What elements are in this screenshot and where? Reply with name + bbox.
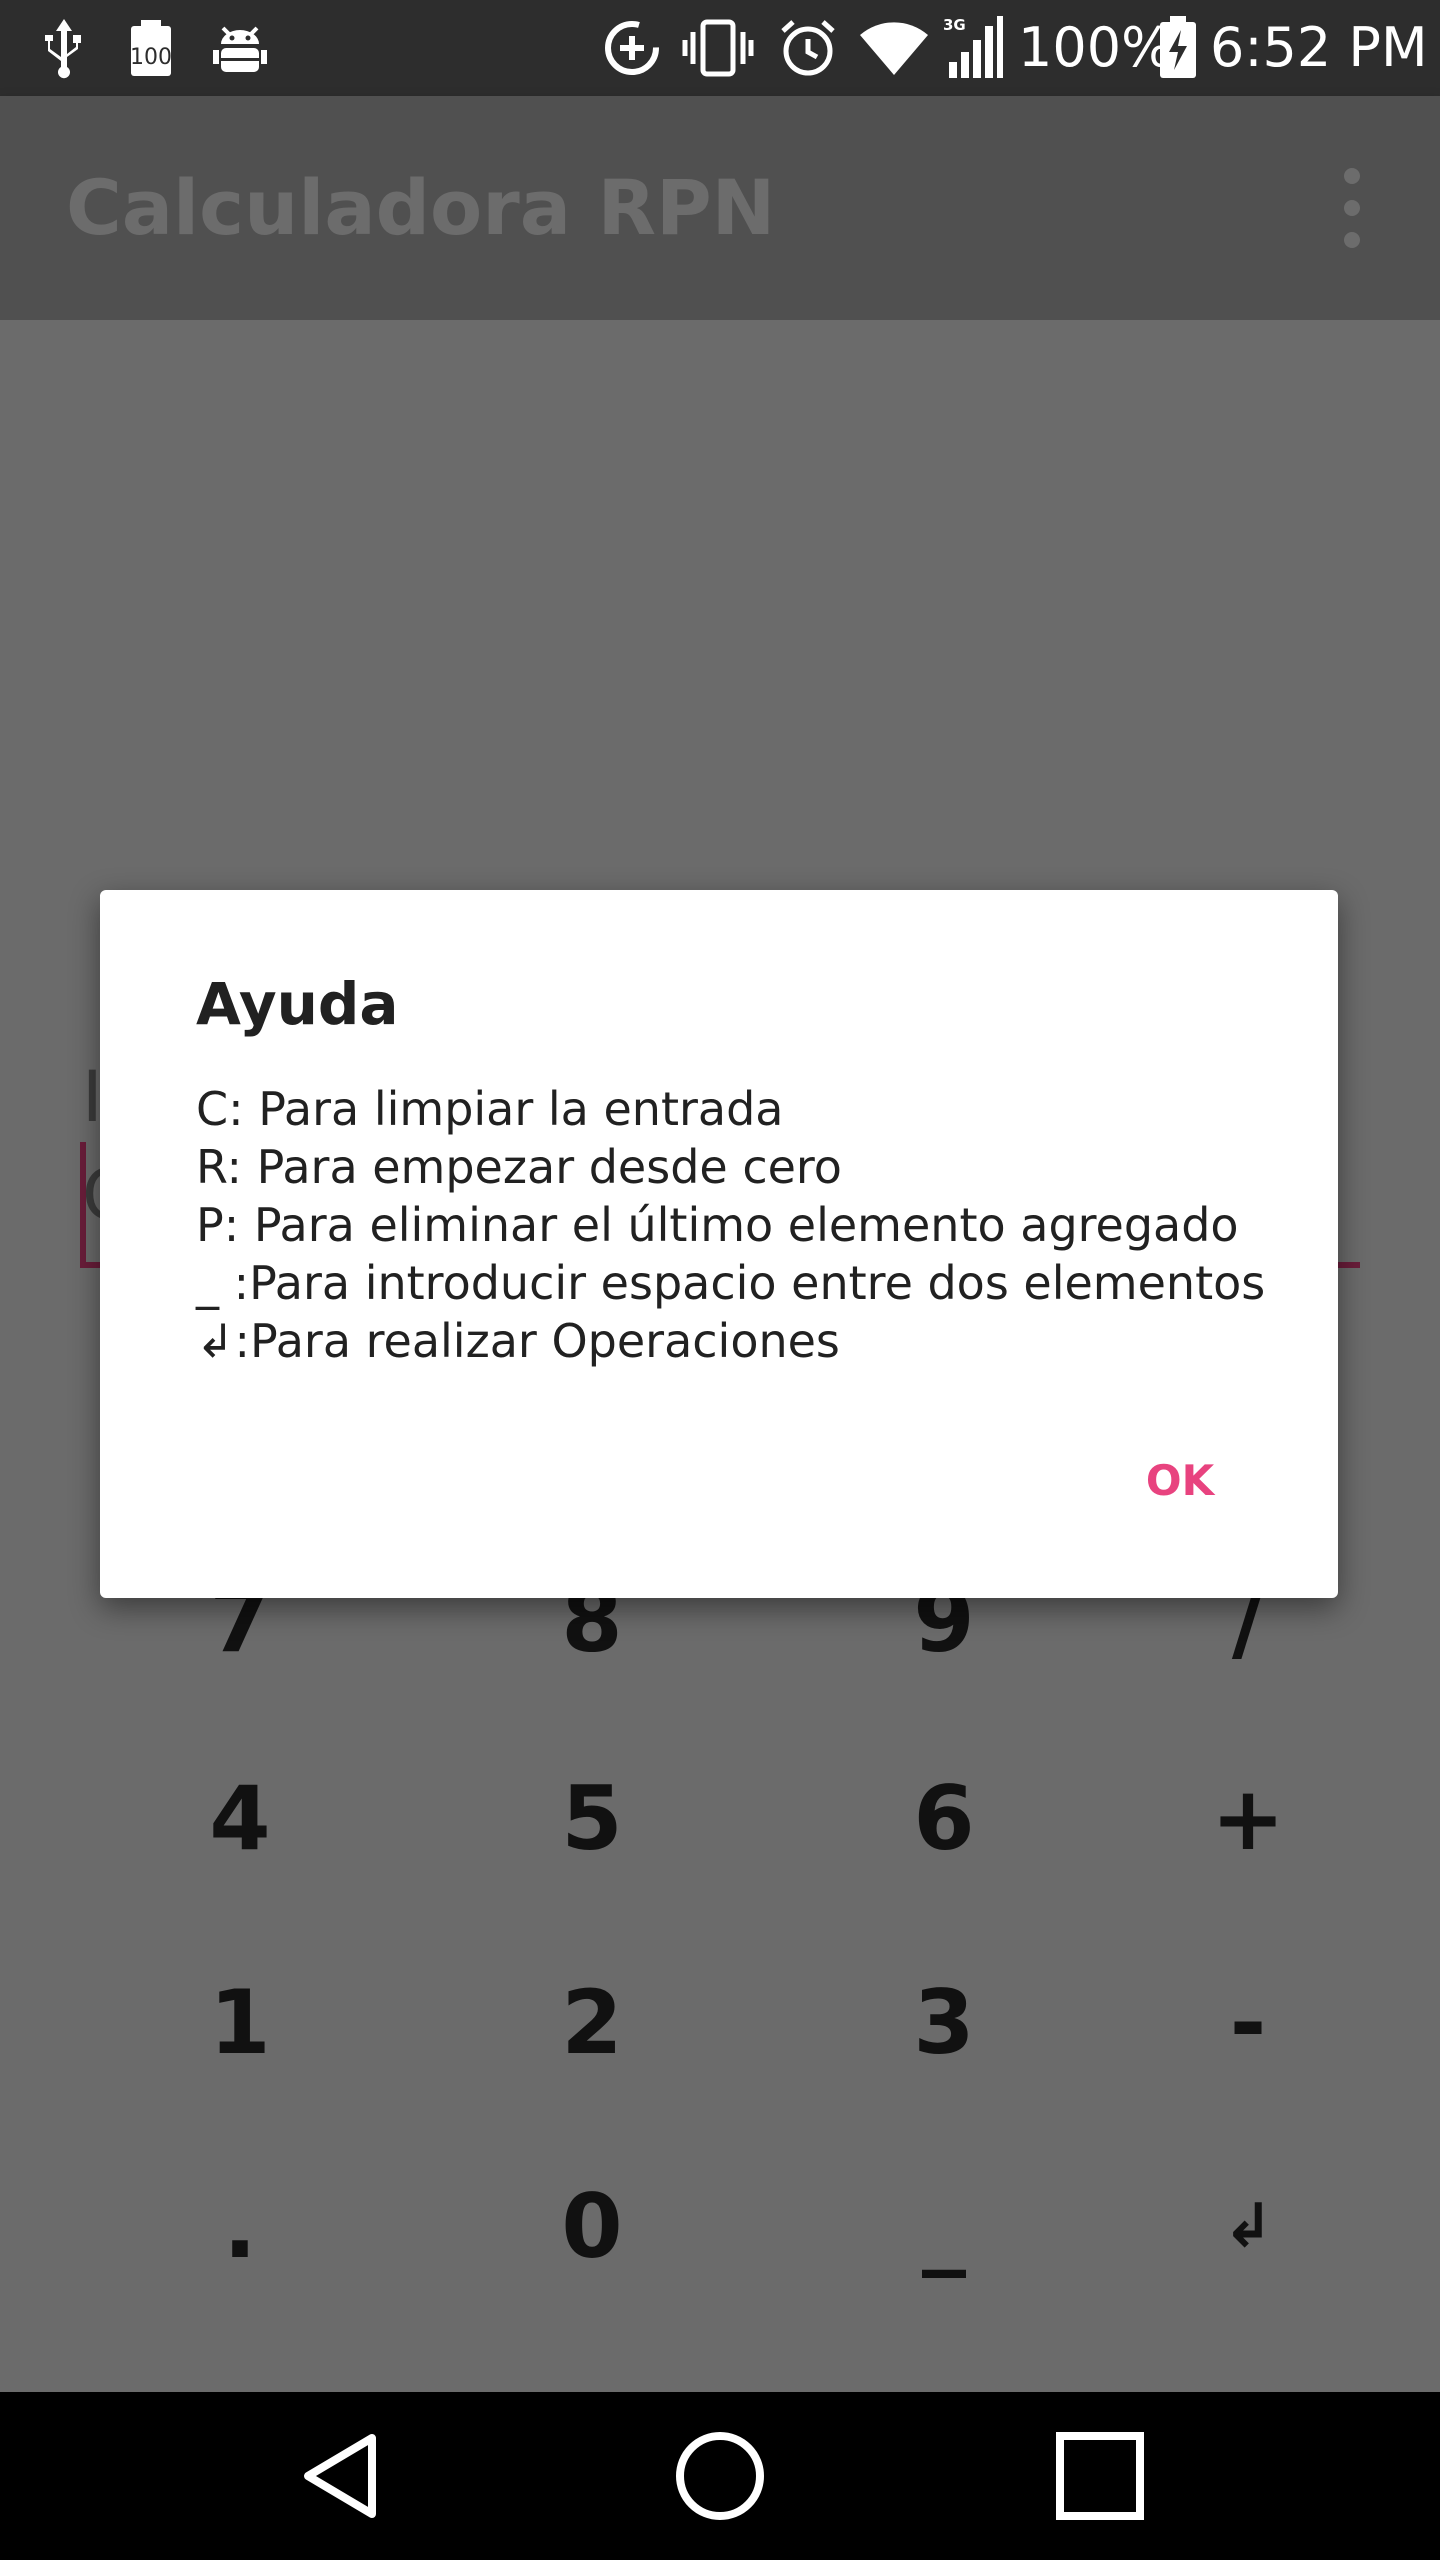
key-6[interactable]: 6 (824, 1738, 1064, 1898)
battery-percent: 100% (1018, 16, 1173, 79)
overflow-menu-icon[interactable] (1322, 168, 1382, 248)
help-line-enter: ↲:Para realizar Operaciones (196, 1314, 840, 1368)
battery-charging-icon (1156, 14, 1200, 82)
svg-text:3G: 3G (943, 16, 966, 34)
help-line-space: _ :Para introducir espacio entre dos ele… (196, 1256, 1266, 1310)
key-plus[interactable]: + (1128, 1738, 1368, 1898)
signal-3g-icon: 3G (940, 14, 1004, 82)
key-2[interactable]: 2 (472, 1942, 712, 2102)
data-saver-icon (600, 14, 664, 82)
battery-100-badge-icon: 100 (126, 14, 176, 82)
app-title: Calculadora RPN (66, 163, 776, 252)
key-4[interactable]: 4 (120, 1738, 360, 1898)
svg-text:100: 100 (130, 45, 172, 70)
back-icon[interactable] (272, 2406, 412, 2546)
android-bug-icon (210, 14, 270, 82)
key-0[interactable]: 0 (472, 2146, 712, 2306)
alarm-icon (776, 14, 840, 82)
help-dialog: Ayuda C: Para limpiar la entrada R: Para… (100, 890, 1338, 1598)
home-icon[interactable] (650, 2406, 790, 2546)
dialog-title: Ayuda (196, 970, 399, 1038)
help-line-pop: P: Para eliminar el último elemento agre… (196, 1198, 1239, 1252)
key-space[interactable]: _ (824, 2146, 1064, 2306)
wifi-icon (858, 14, 930, 82)
ok-button[interactable]: OK (1110, 1430, 1250, 1530)
help-line-reset: R: Para empezar desde cero (196, 1140, 842, 1194)
app-bar: Calculadora RPN (0, 96, 1440, 320)
status-bar: 100 3G 100% 6:52 PM (0, 0, 1440, 96)
usb-icon (38, 14, 90, 82)
key-enter[interactable]: ↲ (1128, 2146, 1368, 2306)
key-minus[interactable]: - (1128, 1942, 1368, 2102)
vibrate-icon (680, 14, 756, 82)
key-1[interactable]: 1 (120, 1942, 360, 2102)
help-line-clear: C: Para limpiar la entrada (196, 1082, 784, 1136)
key-3[interactable]: 3 (824, 1942, 1064, 2102)
key-5[interactable]: 5 (472, 1738, 712, 1898)
clock: 6:52 PM (1210, 16, 1428, 79)
navigation-bar (0, 2392, 1440, 2560)
key-dot[interactable]: . (120, 2146, 360, 2306)
recents-icon[interactable] (1030, 2406, 1170, 2546)
dialog-message: C: Para limpiar la entrada R: Para empez… (196, 1080, 1296, 1370)
